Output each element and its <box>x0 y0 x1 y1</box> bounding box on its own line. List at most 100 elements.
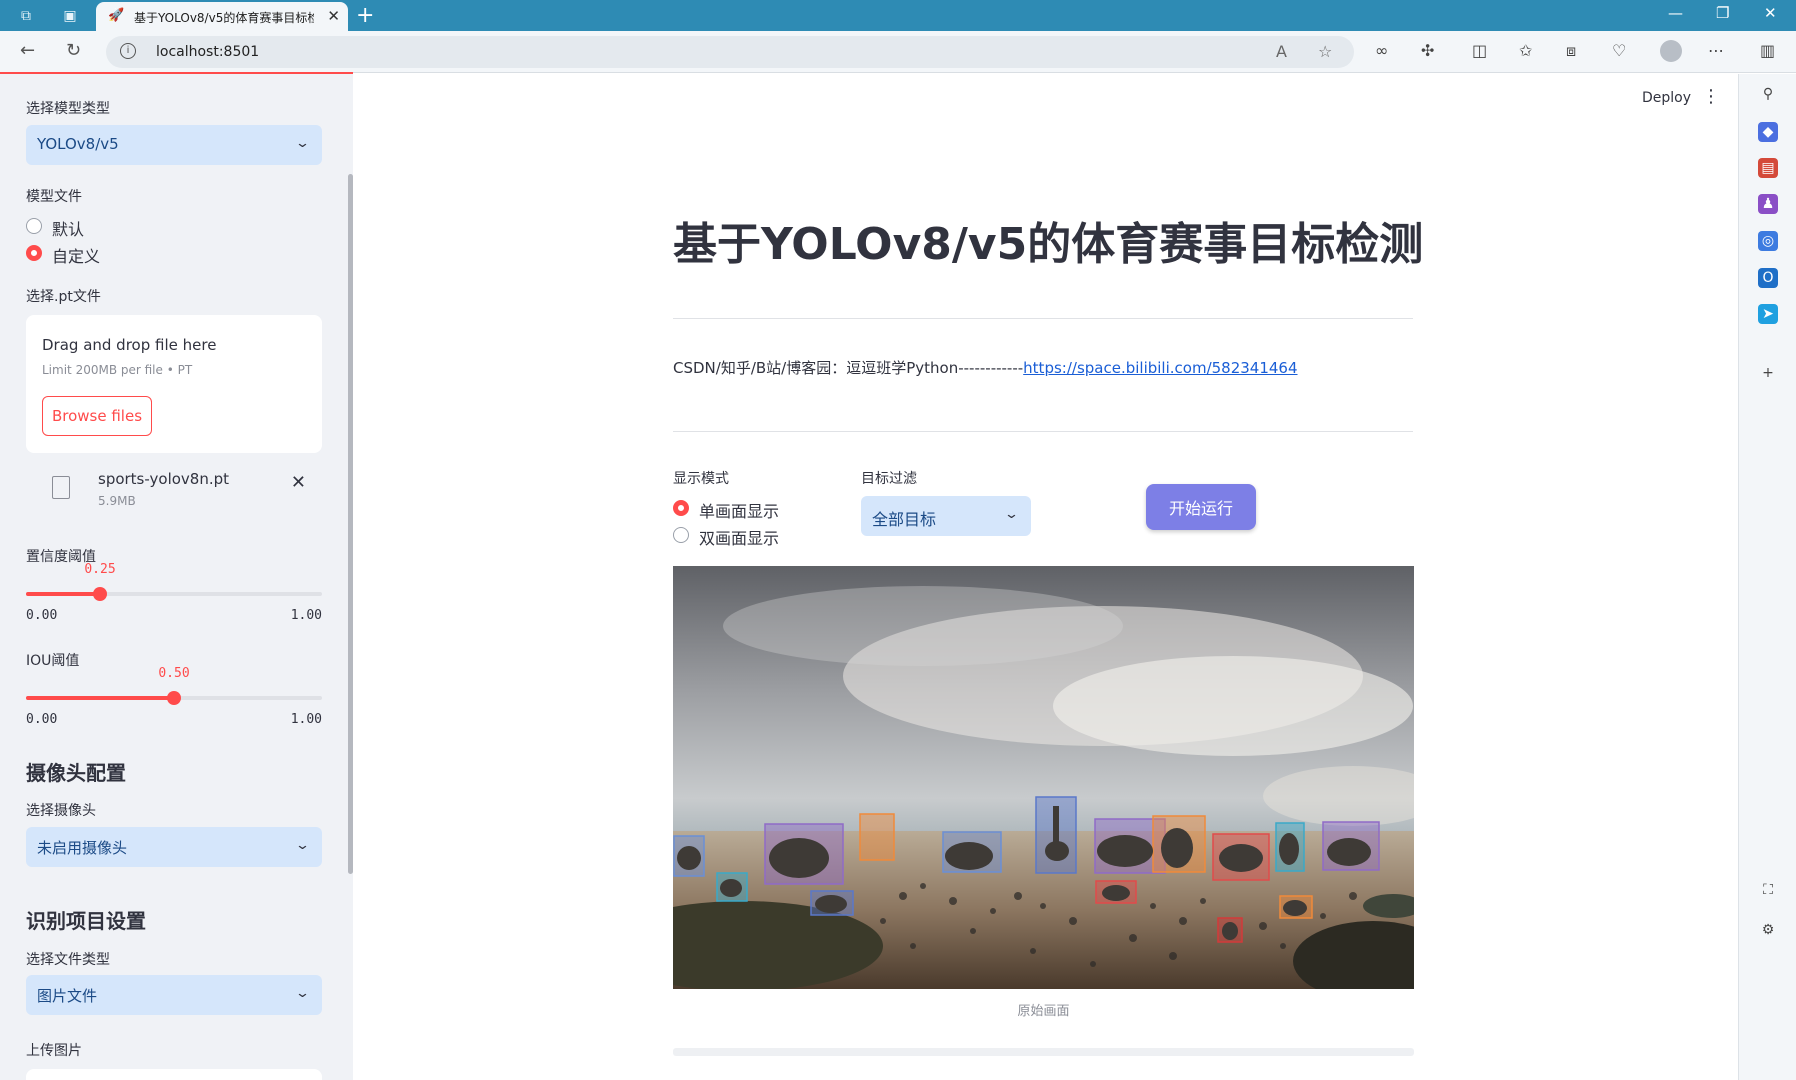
favorites-icon[interactable]: ✩ <box>1519 41 1532 60</box>
add-icon[interactable]: + <box>1758 363 1778 383</box>
refresh-icon[interactable]: ↻ <box>66 40 81 61</box>
camera-select[interactable]: 未启用摄像头 ⌄ <box>26 827 322 867</box>
back-icon[interactable]: ← <box>20 40 35 61</box>
slider-max: 1.00 <box>290 608 322 623</box>
new-tab-button[interactable]: + <box>356 3 374 28</box>
file-type-select[interactable]: 图片文件 ⌄ <box>26 975 322 1015</box>
radio-circle[interactable] <box>26 218 42 234</box>
infinity-extension-icon[interactable]: ∞ <box>1375 41 1388 60</box>
browser-tab-active[interactable]: 🚀 基于YOLOv8/v5的体育赛事目标检测 ✕ <box>96 2 348 31</box>
model-type-select[interactable]: YOLOv8/v5 ⌄ <box>26 125 322 165</box>
bilibili-link[interactable]: https://space.bilibili.com/582341464 <box>1023 359 1297 377</box>
radio-label: 单画面显示 <box>699 502 780 521</box>
radio-circle-selected[interactable] <box>26 245 42 261</box>
sidebar-toggle-icon[interactable]: ▥ <box>1760 41 1775 60</box>
animal <box>1279 833 1299 865</box>
rocket-icon: 🚀 <box>108 8 125 23</box>
animal <box>677 846 701 870</box>
browse-files-button[interactable]: Browse files <box>42 396 152 436</box>
toolbox-icon[interactable]: ▤ <box>1758 158 1778 178</box>
slider-thumb[interactable] <box>93 587 107 601</box>
address-bar[interactable]: i localhost:8501 A ☆ <box>106 36 1354 68</box>
slider-track[interactable] <box>26 691 322 705</box>
target-filter-value: 全部目标 <box>872 510 937 529</box>
radio-circle-selected[interactable] <box>673 500 689 516</box>
image-uploader[interactable] <box>26 1069 322 1080</box>
workspaces-icon[interactable]: ⧉ <box>16 6 36 26</box>
camera-label: 选择摄像头 <box>26 803 96 819</box>
shopping-tag-icon[interactable]: ◆ <box>1758 122 1778 142</box>
more-menu-icon[interactable]: ⋯ <box>1708 41 1724 60</box>
address-bar-row: ← ↻ i localhost:8501 A ☆ ∞ ✣ ◫ ✩ ⧈ ♡ ⋯ ▥ <box>0 31 1796 73</box>
animal <box>1222 922 1238 940</box>
bear <box>1327 838 1371 866</box>
radio-label: 默认 <box>52 220 85 239</box>
start-run-button[interactable]: 开始运行 <box>1146 484 1256 530</box>
target-filter-select[interactable]: 全部目标 ⌄ <box>861 496 1031 536</box>
uploaded-file-name: sports-yolov8n.pt <box>98 470 230 488</box>
read-aloud-icon[interactable]: A <box>1276 42 1287 61</box>
site-info-icon[interactable]: i <box>120 43 136 59</box>
slider-value: 0.50 <box>158 666 190 681</box>
tab-close-icon[interactable]: ✕ <box>327 7 340 25</box>
profile-avatar[interactable] <box>1660 40 1682 62</box>
sidebar: 选择模型类型 YOLOv8/v5 ⌄ 模型文件 默认 自定义 选择.pt文件 D… <box>0 74 353 1080</box>
pt-file-label: 选择.pt文件 <box>26 289 101 305</box>
file-type-value: 图片文件 <box>37 987 98 1005</box>
outlook-icon[interactable]: O <box>1758 268 1778 288</box>
cloud <box>723 586 1123 666</box>
slider-thumb[interactable] <box>167 691 181 705</box>
tab-actions-icon[interactable]: ▣ <box>60 6 80 26</box>
giraffe-body <box>1045 841 1069 861</box>
rhino <box>1097 835 1153 867</box>
confidence-slider[interactable]: 0.25 0.00 1.00 <box>26 562 322 632</box>
restore-icon[interactable]: ❐ <box>1716 4 1729 22</box>
remove-file-icon[interactable]: ✕ <box>291 472 306 493</box>
edge-sidebar: ⚲ ◆ ▤ ♟ ◎ O ➤ + ⛶ ⚙ <box>1738 74 1796 1080</box>
uploaded-file-size: 5.9MB <box>98 494 136 508</box>
uploader-limit: Limit 200MB per file • PT <box>42 363 193 377</box>
chevron-down-icon: ⌄ <box>294 838 311 853</box>
animal <box>1102 885 1130 901</box>
camera-section-header: 摄像头配置 <box>26 761 126 785</box>
screenshot-icon[interactable]: ⛶ <box>1758 880 1778 900</box>
giraffe-neck <box>1053 806 1059 846</box>
settings-gear-icon[interactable]: ⚙ <box>1758 920 1778 940</box>
minimize-icon[interactable]: — <box>1668 4 1683 22</box>
favorite-star-icon[interactable]: ☆ <box>1318 42 1332 61</box>
image-caption: 原始画面 <box>1017 1004 1070 1019</box>
games-icon[interactable]: ♟ <box>1758 194 1778 214</box>
performance-icon[interactable]: ♡ <box>1612 41 1626 60</box>
uploaded-file: sports-yolov8n.pt 5.9MB ✕ <box>26 464 322 514</box>
search-icon[interactable]: ⚲ <box>1758 84 1778 104</box>
collections-icon[interactable]: ⧈ <box>1566 41 1576 61</box>
chevron-down-icon: ⌄ <box>294 136 311 151</box>
elephant <box>945 842 993 870</box>
url-text[interactable]: localhost:8501 <box>156 44 259 60</box>
animal <box>720 879 742 897</box>
author-info: CSDN/知乎/B站/博客园：逗逗班学Python------------htt… <box>673 357 1298 378</box>
cloud <box>1053 656 1413 756</box>
file-uploader[interactable]: Drag and drop file here Limit 200MB per … <box>26 315 322 453</box>
send-icon[interactable]: ➤ <box>1758 304 1778 324</box>
radio-circle[interactable] <box>673 527 689 543</box>
extensions-icon[interactable]: ✣ <box>1421 41 1434 60</box>
chevron-down-icon: ⌄ <box>294 986 311 1001</box>
main-menu-icon[interactable]: ⋮ <box>1702 86 1720 107</box>
slider-track[interactable] <box>26 587 322 601</box>
deploy-button[interactable]: Deploy <box>1642 90 1691 106</box>
split-screen-icon[interactable]: ◫ <box>1472 41 1487 60</box>
bbox <box>859 813 895 861</box>
iou-slider[interactable]: 0.50 0.00 1.00 <box>26 666 322 736</box>
radio-label: 自定义 <box>52 247 101 266</box>
next-section-bar <box>673 1048 1414 1056</box>
file-type-label: 选择文件类型 <box>26 952 110 968</box>
animal <box>815 895 847 913</box>
copilot-icon[interactable]: ◎ <box>1758 231 1778 251</box>
author-info-text: CSDN/知乎/B站/博客园：逗逗班学Python------------ <box>673 359 1024 377</box>
browser-tab-bar: ⧉ ▣ 🚀 基于YOLOv8/v5的体育赛事目标检测 ✕ + — ❐ ✕ <box>0 0 1796 31</box>
slider-min: 0.00 <box>26 712 58 727</box>
bear <box>1219 844 1263 872</box>
window-close-icon[interactable]: ✕ <box>1764 4 1777 22</box>
model-type-value: YOLOv8/v5 <box>37 135 119 153</box>
